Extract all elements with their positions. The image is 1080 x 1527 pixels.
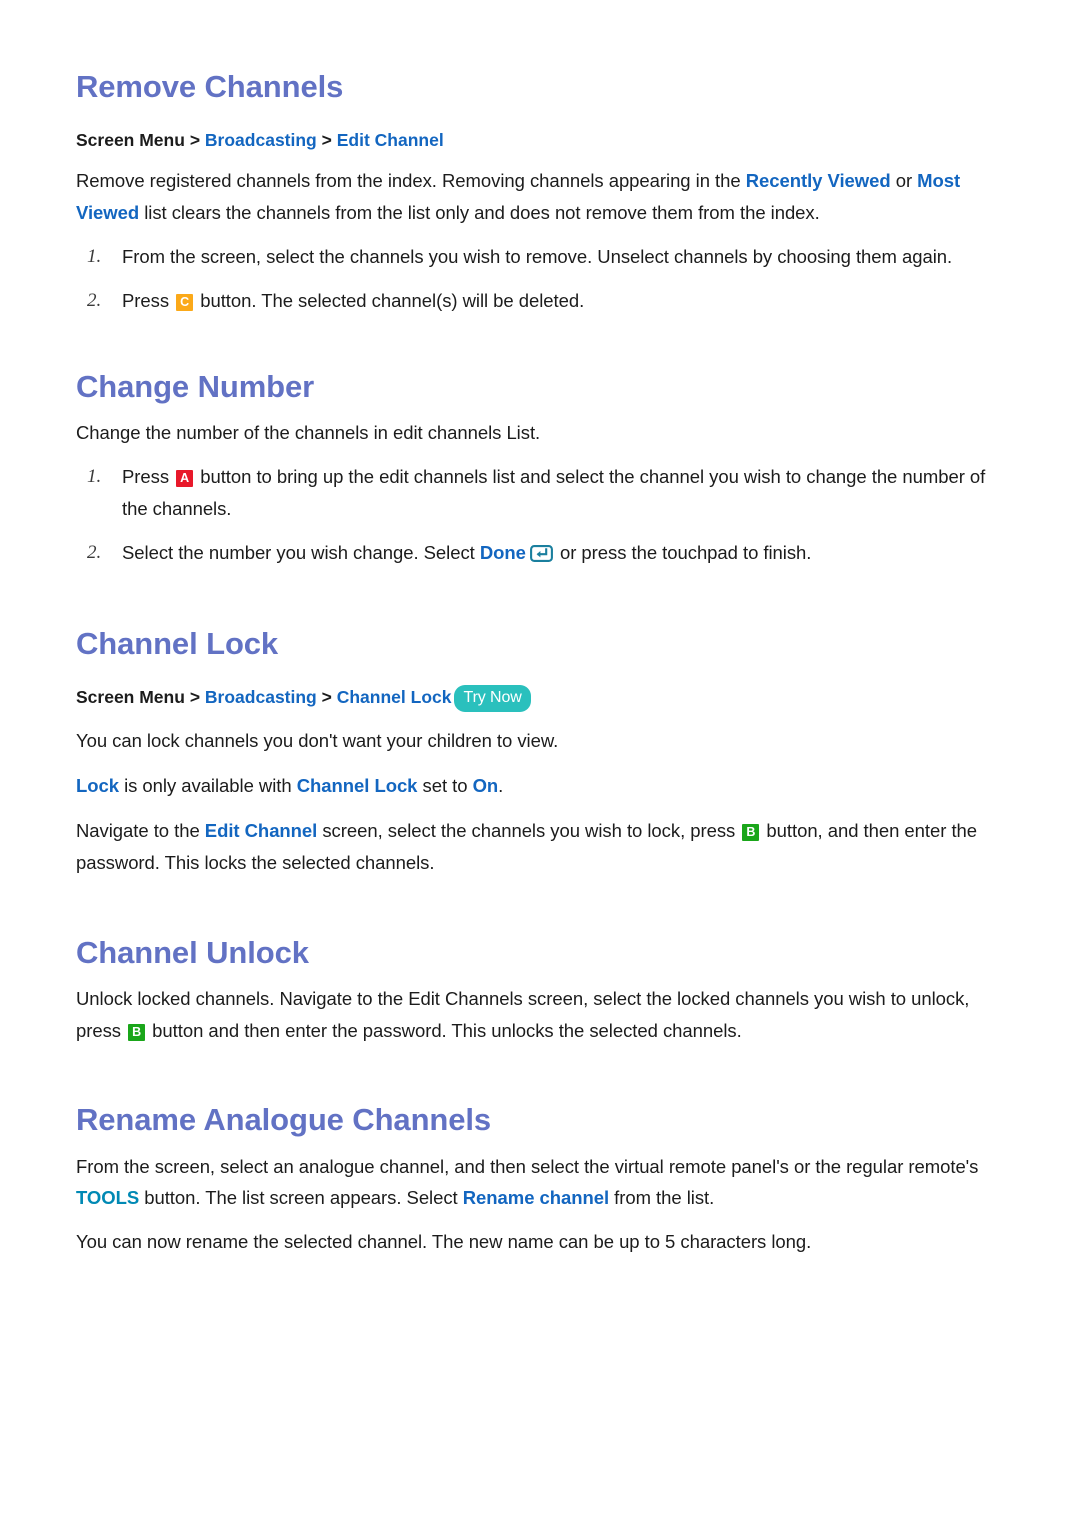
- intro-part-3: list clears the channels from the list o…: [139, 202, 820, 224]
- list-item: 1. Press A button to bring up the edit ch…: [76, 461, 1008, 525]
- channel-lock-paragraph-2: Lock is only available with Channel Lock…: [76, 770, 1008, 802]
- breadcrumb-separator: >: [189, 129, 201, 150]
- page-title-channel-unlock: Channel Unlock: [76, 934, 309, 970]
- breadcrumb-separator: >: [321, 687, 332, 708]
- breadcrumb-root: Screen Menu: [76, 129, 185, 150]
- link-done[interactable]: Done: [480, 542, 526, 563]
- section-remove-channels: Remove Channels Screen Menu > Broadcasti…: [76, 52, 1008, 317]
- step-text-pre: Press: [122, 289, 175, 311]
- step-text-post: button to bring up the edit channels lis…: [122, 466, 986, 519]
- para2-end: .: [498, 775, 504, 797]
- step-text-post: button. The selected channel(s) will be …: [195, 289, 585, 311]
- page-title-change-number: Change Number: [76, 368, 315, 404]
- section-channel-unlock: Channel Unlock Unlock locked channels. N…: [76, 879, 1008, 1047]
- try-now-badge[interactable]: Try Now: [454, 685, 531, 713]
- remove-channels-intro: Remove registered channels from the inde…: [76, 165, 1008, 229]
- key-badge-b-icon: B: [742, 823, 760, 841]
- list-item: 1. From the screen, select the channels y…: [76, 241, 1008, 273]
- list-number: 2.: [87, 289, 102, 311]
- rename-paragraph-2: You can now rename the selected channel.…: [76, 1231, 812, 1253]
- breadcrumb-channel-lock: Screen Menu > Broadcasting > Channel Loc…: [76, 685, 1008, 713]
- step-text-pre: Select the number you wish change. Selec…: [122, 541, 480, 563]
- step-text-post: or press the touchpad to finish.: [554, 541, 812, 563]
- link-on[interactable]: On: [473, 775, 499, 796]
- rename-post: from the list.: [609, 1187, 715, 1209]
- unlock-post: button and then enter the password. This…: [147, 1020, 742, 1042]
- key-badge-c-icon: C: [176, 293, 194, 311]
- link-lock[interactable]: Lock: [76, 775, 119, 796]
- step-text: From the screen, select the channels you…: [122, 245, 953, 267]
- key-badge-a-icon: A: [176, 470, 194, 488]
- key-badge-b-icon: B: [128, 1024, 146, 1042]
- page-title-remove-channels: Remove Channels: [76, 69, 344, 104]
- list-item: 2. Select the number you wish change. Sel…: [76, 537, 1008, 572]
- link-rename-channel[interactable]: Rename channel: [463, 1187, 609, 1208]
- breadcrumb-item-edit-channel[interactable]: Edit Channel: [337, 130, 444, 150]
- intro-part-2: or: [890, 170, 918, 192]
- remove-channels-steps: 1. From the screen, select the channels y…: [76, 241, 1008, 317]
- intro-part-1: Remove registered channels from the inde…: [76, 170, 746, 192]
- link-recently-viewed[interactable]: Recently Viewed: [746, 170, 891, 191]
- section-change-number: Change Number Change the number of the c…: [76, 317, 1008, 572]
- rename-pre: From the screen, select an analogue chan…: [76, 1155, 979, 1177]
- para3-pre: Navigate to the: [76, 819, 205, 841]
- section-channel-lock: Channel Lock Screen Menu > Broadcasting …: [76, 572, 1008, 879]
- page-title-rename-analogue-channels: Rename Analogue Channels: [76, 1101, 492, 1137]
- breadcrumb-separator: >: [189, 687, 201, 708]
- change-number-intro: Change the number of the channels in edi…: [76, 422, 541, 444]
- breadcrumb-item-broadcasting[interactable]: Broadcasting: [205, 130, 317, 150]
- channel-unlock-paragraph: Unlock locked channels. Navigate to the …: [76, 983, 1008, 1047]
- step-text-pre: Press: [122, 466, 175, 488]
- para2-mid-1: is only available with: [118, 775, 297, 797]
- rename-mid: button. The list screen appears. Select: [139, 1187, 463, 1209]
- list-number: 2.: [87, 541, 102, 563]
- link-edit-channel[interactable]: Edit Channel: [205, 820, 318, 841]
- list-number: 1.: [87, 245, 102, 267]
- list-number: 1.: [87, 466, 102, 488]
- channel-lock-paragraph-1: You can lock channels you don't want you…: [76, 730, 559, 752]
- breadcrumb-separator: >: [321, 129, 332, 150]
- rename-paragraph-1: From the screen, select an analogue chan…: [76, 1151, 1008, 1215]
- breadcrumb-item-channel-lock[interactable]: Channel Lock: [337, 687, 452, 707]
- enter-key-icon: [529, 540, 553, 572]
- e-manual-page: Remove Channels Screen Menu > Broadcasti…: [0, 0, 1080, 1527]
- breadcrumb-item-broadcasting[interactable]: Broadcasting: [205, 687, 317, 707]
- page-title-channel-lock: Channel Lock: [76, 625, 279, 661]
- para3-mid: screen, select the channels you wish to …: [317, 819, 741, 841]
- para2-mid-2: set to: [417, 775, 473, 797]
- channel-lock-paragraph-3: Navigate to the Edit Channel screen, sel…: [76, 815, 1008, 879]
- breadcrumb-remove-channels: Screen Menu > Broadcasting > Edit Channe…: [76, 129, 1008, 153]
- breadcrumb-root: Screen Menu: [76, 687, 185, 708]
- link-tools[interactable]: TOOLS: [76, 1187, 139, 1208]
- change-number-steps: 1. Press A button to bring up the edit ch…: [76, 461, 1008, 571]
- section-rename-analogue-channels: Rename Analogue Channels From the screen…: [76, 1047, 1008, 1258]
- link-channel-lock[interactable]: Channel Lock: [297, 775, 418, 796]
- list-item: 2. Press C button. The selected channel(s…: [76, 285, 1008, 317]
